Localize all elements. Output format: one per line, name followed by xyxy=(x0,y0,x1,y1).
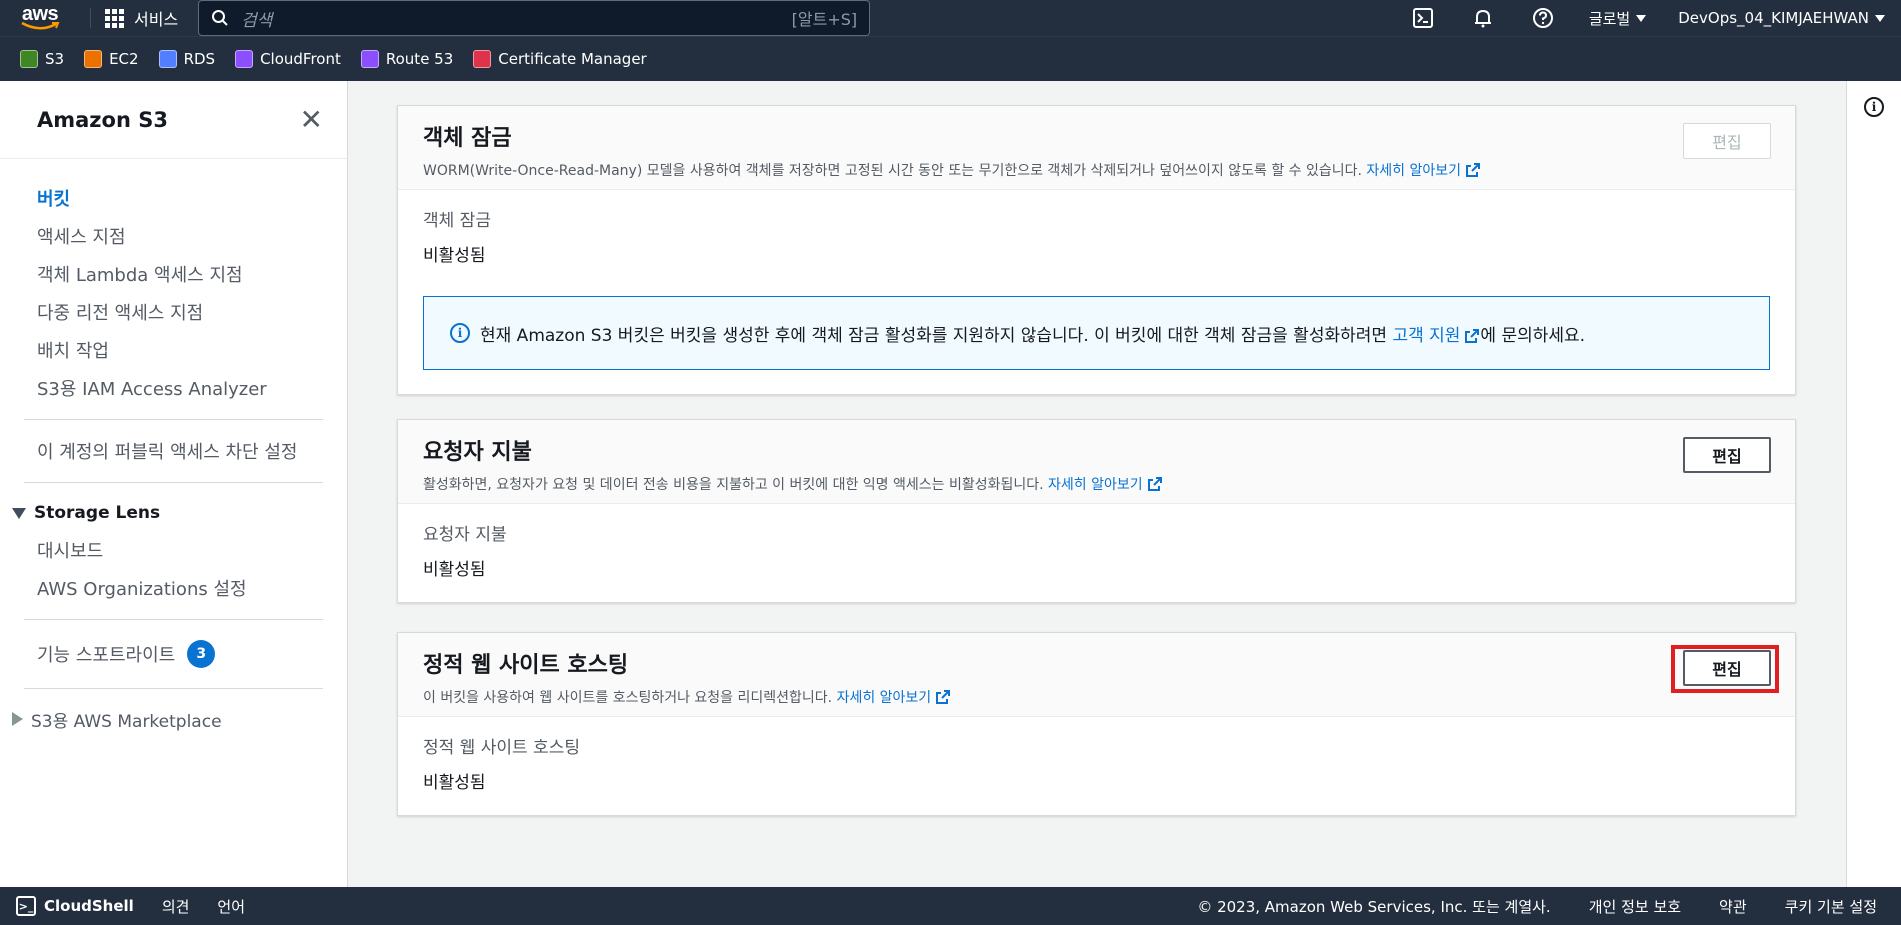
top-navigation: aws 서비스 검색 [알트+S] 글로벌 DevOps_04_KIMJAEHW… xyxy=(0,0,1901,36)
favorite-cloudfront[interactable]: CloudFront xyxy=(235,50,341,68)
favorite-certificate-manager[interactable]: Certificate Manager xyxy=(473,50,647,68)
storage-lens-section[interactable]: Storage Lens xyxy=(0,495,347,531)
favorite-rds[interactable]: RDS xyxy=(158,50,215,68)
sidebar-item-iam-access-analyzer[interactable]: S3용 IAM Access Analyzer xyxy=(0,369,347,407)
sidebar-item-feature-spotlight[interactable]: 기능 스포트라이트 3 xyxy=(0,632,347,676)
close-icon[interactable]: ✕ xyxy=(300,105,323,134)
divider xyxy=(24,619,323,620)
aws-logo[interactable]: aws xyxy=(10,0,70,36)
section-description: WORM(Write-Once-Read-Many) 모델을 사용하여 객체를 … xyxy=(423,160,1771,180)
caret-down-icon xyxy=(1875,14,1885,22)
tools-panel: i xyxy=(1846,81,1901,887)
account-menu[interactable]: DevOps_04_KIMJAEHWAN xyxy=(1662,9,1901,27)
search-shortcut: [알트+S] xyxy=(791,10,858,29)
divider xyxy=(24,688,323,689)
sidebar-item-access-points[interactable]: 액세스 지점 xyxy=(0,217,347,255)
info-alert: i 현재 Amazon S3 버킷은 버킷을 생성한 후에 객체 잠금 활성화를… xyxy=(423,296,1770,370)
smile-icon xyxy=(21,21,60,30)
edit-button[interactable]: 편집 xyxy=(1683,437,1771,473)
services-label: 서비스 xyxy=(134,10,179,29)
divider xyxy=(24,482,323,483)
s3-icon xyxy=(20,50,38,68)
info-icon[interactable]: i xyxy=(1864,97,1884,117)
favorites-bar: S3 EC2 RDS CloudFront Route 53 Certifica… xyxy=(0,36,1901,81)
cloudfront-icon xyxy=(235,50,254,68)
footer: >_ CloudShell 의견 언어 © 2023, Amazon Web S… xyxy=(0,887,1901,925)
caret-down-icon xyxy=(1636,14,1647,22)
caret-right-icon xyxy=(12,712,23,726)
help-icon xyxy=(1532,8,1553,28)
learn-more-link[interactable]: 자세히 알아보기 xyxy=(1048,477,1163,493)
requester-pays-card: 요청자 지불 활성화하면, 요청자가 요청 및 데이터 전송 비용을 지불하고 … xyxy=(397,419,1796,603)
grid-icon xyxy=(105,8,124,28)
customer-support-link[interactable]: 고객 지원 xyxy=(1392,326,1480,346)
marketplace-section[interactable]: S3용 AWS Marketplace xyxy=(0,701,347,737)
field-label: 객체 잠금 xyxy=(423,211,491,231)
learn-more-link[interactable]: 자세히 알아보기 xyxy=(837,690,952,706)
copyright: © 2023, Amazon Web Services, Inc. 또는 계열사… xyxy=(1197,897,1551,916)
language-link[interactable]: 언어 xyxy=(217,896,245,917)
sidebar-item-batch-operations[interactable]: 배치 작업 xyxy=(0,331,347,369)
cloudshell-footer-button[interactable]: >_ CloudShell xyxy=(16,896,134,916)
search-placeholder: 검색 xyxy=(241,10,273,31)
favorite-route53[interactable]: Route 53 xyxy=(360,50,453,68)
notification-badge: 3 xyxy=(187,640,216,668)
help-button[interactable] xyxy=(1513,7,1573,29)
ec2-icon xyxy=(84,50,103,68)
sidebar-item-dashboards[interactable]: 대시보드 xyxy=(0,531,347,569)
sidebar-item-object-lambda-access-points[interactable]: 객체 Lambda 액세스 지점 xyxy=(0,255,347,293)
privacy-link[interactable]: 개인 정보 보호 xyxy=(1589,896,1681,917)
notifications-button[interactable] xyxy=(1453,7,1513,29)
sidebar-item-buckets[interactable]: 버킷 xyxy=(0,179,347,217)
sidebar: Amazon S3 ✕ 버킷 액세스 지점 객체 Lambda 액세스 지점 다… xyxy=(0,81,348,887)
external-link-icon xyxy=(1147,477,1162,491)
terminal-icon: >_ xyxy=(16,896,36,916)
main-content: 객체 잠금 WORM(Write-Once-Read-Many) 모델을 사용하… xyxy=(349,81,1846,887)
field-value: 비활성됨 xyxy=(423,246,486,266)
field-label: 정적 웹 사이트 호스팅 xyxy=(423,738,580,758)
terminal-icon xyxy=(1412,8,1433,28)
certificate-manager-icon xyxy=(473,50,492,68)
search-icon xyxy=(212,10,228,26)
cookie-preferences-link[interactable]: 쿠키 기본 설정 xyxy=(1785,896,1877,917)
sidebar-item-block-public-access[interactable]: 이 계정의 퍼블릭 액세스 차단 설정 xyxy=(0,432,347,470)
external-link-icon xyxy=(1466,163,1481,177)
sidebar-title[interactable]: Amazon S3 xyxy=(37,108,168,132)
info-icon: i xyxy=(450,323,470,343)
section-title: 정적 웹 사이트 호스팅 xyxy=(423,653,629,678)
field-value: 비활성됨 xyxy=(423,560,486,580)
section-title: 요청자 지불 xyxy=(423,440,532,465)
highlight-box xyxy=(1671,645,1779,693)
favorite-ec2[interactable]: EC2 xyxy=(84,50,139,68)
caret-down-icon xyxy=(12,507,26,519)
field-label: 요청자 지불 xyxy=(423,525,507,545)
cloudshell-button[interactable] xyxy=(1393,7,1453,29)
external-link-icon xyxy=(936,690,951,704)
bell-icon xyxy=(1474,9,1491,28)
sidebar-item-multi-region-access-points[interactable]: 다중 리전 액세스 지점 xyxy=(0,293,347,331)
terms-link[interactable]: 약관 xyxy=(1719,896,1747,917)
field-value: 비활성됨 xyxy=(423,773,486,793)
favorite-s3[interactable]: S3 xyxy=(20,50,64,68)
divider xyxy=(24,419,323,420)
divider xyxy=(90,8,91,28)
section-description: 활성화하면, 요청자가 요청 및 데이터 전송 비용을 지불하고 이 버킷에 대… xyxy=(423,474,1771,494)
route53-icon xyxy=(360,50,379,68)
learn-more-link[interactable]: 자세히 알아보기 xyxy=(1366,163,1481,179)
region-selector[interactable]: 글로벌 xyxy=(1573,8,1662,29)
rds-icon xyxy=(158,50,177,68)
external-link-icon xyxy=(1465,328,1480,343)
section-description: 이 버킷을 사용하여 웹 사이트를 호스팅하거나 요청을 리디렉션합니다. 자세… xyxy=(423,687,1771,707)
sidebar-item-organizations-settings[interactable]: AWS Organizations 설정 xyxy=(0,569,347,607)
services-menu[interactable]: 서비스 xyxy=(105,6,178,30)
edit-button[interactable]: 편집 xyxy=(1683,123,1771,159)
search-input[interactable]: 검색 [알트+S] xyxy=(198,0,871,36)
object-lock-card: 객체 잠금 WORM(Write-Once-Read-Many) 모델을 사용하… xyxy=(397,105,1796,395)
section-title: 객체 잠금 xyxy=(423,126,512,151)
feedback-link[interactable]: 의견 xyxy=(162,896,190,917)
static-website-hosting-card: 정적 웹 사이트 호스팅 이 버킷을 사용하여 웹 사이트를 호스팅하거나 요청… xyxy=(397,632,1796,816)
